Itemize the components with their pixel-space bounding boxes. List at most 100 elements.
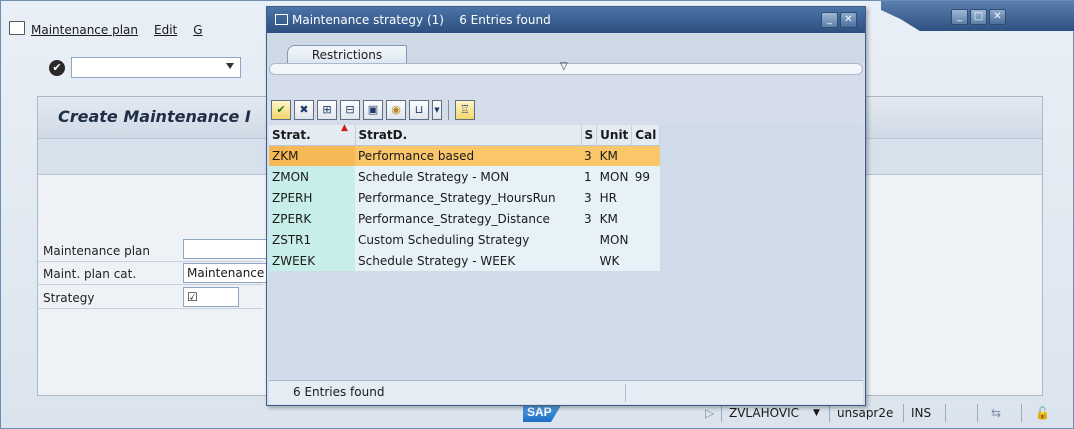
- page-title: Create Maintenance I: [58, 107, 251, 126]
- cell-unit[interactable]: KM: [596, 145, 632, 166]
- maintenance-plan-label: Maintenance plan: [43, 244, 151, 258]
- table-row[interactable]: ZWEEK Schedule Strategy - WEEK WK: [269, 250, 660, 271]
- close-icon[interactable]: ✕: [840, 12, 857, 28]
- status-server: unsapr2e: [837, 406, 894, 420]
- cell-strat[interactable]: ZPERK: [269, 208, 355, 229]
- divider: [448, 100, 449, 120]
- maximize-icon[interactable]: □: [970, 9, 987, 25]
- cell-unit[interactable]: HR: [596, 187, 632, 208]
- find-icon[interactable]: ⊞: [317, 100, 337, 120]
- cell-stratd[interactable]: Performance_Strategy_HoursRun: [355, 187, 581, 208]
- cell-stratd[interactable]: Schedule Strategy - WEEK: [355, 250, 581, 271]
- cell-strat[interactable]: ZSTR1: [269, 229, 355, 250]
- results-table: Strat. ▲ StratD. S Unit Cal ZKM Performan…: [269, 123, 661, 271]
- print-icon[interactable]: ⊔: [409, 100, 429, 120]
- cell-unit[interactable]: MON: [596, 229, 632, 250]
- table-row[interactable]: ZSTR1 Custom Scheduling Strategy MON: [269, 229, 660, 250]
- table-row[interactable]: ZMON Schedule Strategy - MON 1 MON 99: [269, 166, 660, 187]
- settings-icon[interactable]: ◉: [386, 100, 406, 120]
- plan-cat-label: Maint. plan cat.: [43, 267, 137, 281]
- status-user[interactable]: ZVLAHOVIC: [729, 406, 799, 420]
- continue-icon[interactable]: ✔: [271, 100, 291, 120]
- close-icon[interactable]: ✕: [989, 9, 1006, 25]
- maintenance-plan-input[interactable]: [183, 239, 273, 259]
- menu-edit[interactable]: Edit: [154, 23, 177, 37]
- tabstrip: Restrictions: [267, 33, 865, 65]
- entries-found-text: 6 Entries found: [293, 385, 385, 399]
- triangle-down-icon[interactable]: ▽: [560, 61, 568, 72]
- dialog-toolbar: ✔ ✖ ⊞ ⊟ ▣ ◉ ⊔ ▼ ♖: [269, 97, 475, 123]
- column-header-strat[interactable]: Strat. ▲: [269, 123, 356, 146]
- cell-cal[interactable]: [631, 229, 660, 250]
- column-header-cal[interactable]: Cal: [631, 125, 661, 146]
- sort-ascending-icon: ▲: [341, 123, 348, 133]
- cell-s[interactable]: [581, 250, 597, 271]
- cell-s[interactable]: [581, 229, 597, 250]
- table-header-row: Strat. ▲ StratD. S Unit Cal: [269, 123, 661, 146]
- cell-unit[interactable]: WK: [596, 250, 632, 271]
- cell-s[interactable]: 3: [581, 145, 597, 166]
- cell-s[interactable]: 3: [581, 187, 597, 208]
- strategy-input[interactable]: ☑: [183, 287, 239, 307]
- cell-strat[interactable]: ZWEEK: [269, 250, 355, 271]
- window-icon: [275, 14, 288, 25]
- divider: [903, 404, 904, 422]
- plan-cat-field[interactable]: Maintenance: [183, 263, 273, 283]
- play-icon[interactable]: ▷: [705, 406, 714, 420]
- command-field[interactable]: [71, 57, 241, 78]
- find-next-icon[interactable]: ⊟: [340, 100, 360, 120]
- column-header-stratd[interactable]: StratD.: [355, 125, 582, 146]
- tab-restrictions[interactable]: Restrictions: [287, 45, 407, 65]
- cell-strat[interactable]: ZKM: [269, 145, 355, 166]
- cell-cal[interactable]: [631, 250, 660, 271]
- menu-goto[interactable]: G: [193, 23, 202, 37]
- checkmark-icon[interactable]: ✔: [49, 59, 65, 76]
- personal-list-icon[interactable]: ♖: [455, 100, 475, 120]
- divider: [38, 261, 263, 262]
- cell-strat[interactable]: ZPERH: [269, 187, 355, 208]
- cell-strat[interactable]: ZMON: [269, 166, 355, 187]
- divider: [829, 404, 830, 422]
- chevron-down-icon[interactable]: [226, 63, 234, 69]
- cell-cal[interactable]: [631, 208, 660, 229]
- menu-maintenance-plan[interactable]: Maintenance plan: [31, 23, 138, 37]
- cell-cal[interactable]: 99: [631, 166, 660, 187]
- cancel-icon[interactable]: ✖: [294, 100, 314, 120]
- dialog-title: Maintenance strategy (1): [292, 13, 444, 27]
- cell-unit[interactable]: KM: [596, 208, 632, 229]
- cell-cal[interactable]: [631, 145, 660, 166]
- search-help-dialog: Maintenance strategy (1) 6 Entries found…: [266, 6, 866, 406]
- restriction-bar[interactable]: ▽: [269, 61, 863, 75]
- divider: [38, 308, 263, 309]
- cell-stratd[interactable]: Performance_Strategy_Distance: [355, 208, 581, 229]
- dialog-titlebar: Maintenance strategy (1) 6 Entries found…: [267, 7, 865, 33]
- minimize-icon[interactable]: _: [951, 9, 968, 25]
- dialog-window-controls: _ ✕: [821, 12, 857, 28]
- column-header-unit[interactable]: Unit: [596, 125, 633, 146]
- column-header-s[interactable]: S: [581, 125, 598, 146]
- table-row[interactable]: ZPERK Performance_Strategy_Distance 3 KM: [269, 208, 660, 229]
- table-row[interactable]: ZKM Performance based 3 KM: [269, 145, 660, 166]
- divider: [977, 404, 978, 422]
- cell-cal[interactable]: [631, 187, 660, 208]
- menubar: Maintenance plan Edit G: [31, 23, 203, 37]
- strategy-label: Strategy: [43, 291, 95, 305]
- cell-s[interactable]: 1: [581, 166, 597, 187]
- chevron-down-icon[interactable]: ▼: [813, 408, 820, 418]
- cell-unit[interactable]: MON: [596, 166, 632, 187]
- lock-icon[interactable]: 🔓: [1035, 406, 1050, 420]
- cell-stratd[interactable]: Performance based: [355, 145, 581, 166]
- filter-icon[interactable]: ▣: [363, 100, 383, 120]
- minimize-icon[interactable]: _: [821, 12, 838, 28]
- layout-icon[interactable]: ⇆: [991, 406, 1001, 420]
- chevron-down-icon[interactable]: ▼: [432, 100, 442, 120]
- table-row[interactable]: ZPERH Performance_Strategy_HoursRun 3 HR: [269, 187, 660, 208]
- divider: [945, 404, 946, 422]
- status-mode: INS: [911, 406, 932, 420]
- cell-stratd[interactable]: Custom Scheduling Strategy: [355, 229, 581, 250]
- divider: [1021, 404, 1022, 422]
- menu-icon[interactable]: [9, 21, 25, 35]
- main-window-controls: _ □ ✕: [951, 9, 1006, 25]
- cell-s[interactable]: 3: [581, 208, 597, 229]
- cell-stratd[interactable]: Schedule Strategy - MON: [355, 166, 581, 187]
